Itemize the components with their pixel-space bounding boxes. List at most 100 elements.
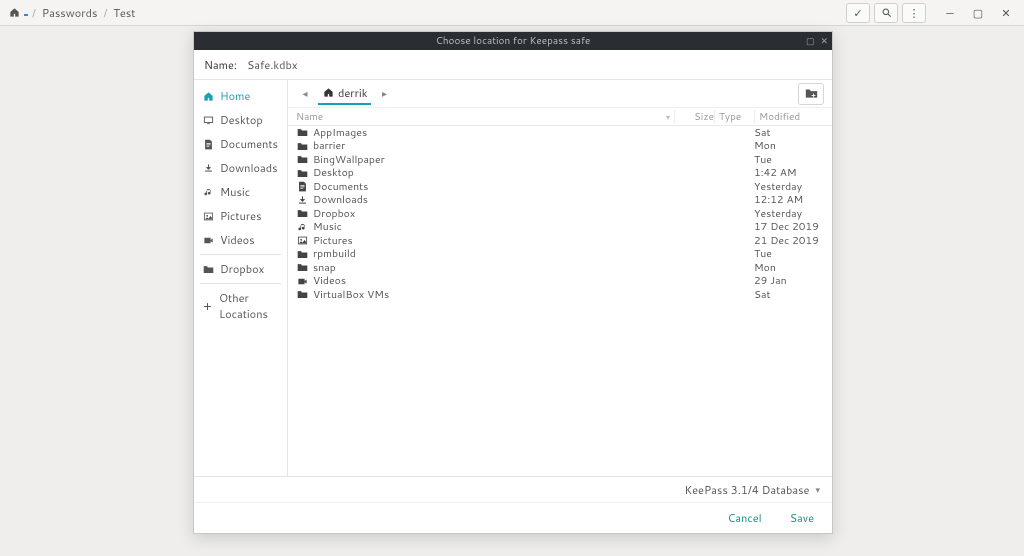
document-icon [296,181,308,193]
minimize-button[interactable]: — [938,3,962,23]
file-modified: Tue [754,153,824,167]
places-sidebar: Home Desktop Documents Downloads Music Pictur… [194,80,288,476]
file-modified: 21 Dec 2019 [754,234,824,248]
file-name: AppImages [313,126,367,140]
file-modified: 1:42 AM [754,166,824,180]
folder-icon [296,140,308,152]
file-row[interactable]: Videos 29 Jan [288,275,832,289]
save-button[interactable]: Save [790,510,814,526]
sidebar-item-music[interactable]: Music [194,180,287,204]
sidebar-item-home[interactable]: Home [194,84,287,108]
sidebar-item-videos[interactable]: Videos [194,228,287,252]
file-modified: Mon [754,139,824,153]
file-row[interactable]: DocumentsYesterday [288,180,832,194]
download-icon [202,162,214,174]
path-bar: ◂ derrik ▸ [288,80,832,108]
folder-icon [296,262,308,274]
file-row[interactable]: Pictures 21 Dec 2019 [288,234,832,248]
sidebar-item-label: Documents [220,136,278,152]
folder-icon [296,289,308,301]
music-icon [202,186,214,198]
file-name: BingWallpaper [313,153,385,167]
sidebar-item-desktop[interactable]: Desktop [194,108,287,132]
desktop-icon [202,114,214,126]
folder-icon [296,248,308,260]
file-row[interactable]: VirtualBox VMs Sat [288,288,832,302]
video-icon [202,234,214,246]
maximize-button[interactable]: ▢ [966,3,990,23]
folder-icon [202,263,214,275]
file-row[interactable]: barrier Mon [288,140,832,154]
path-segment-label: derrik [338,85,367,101]
file-row[interactable]: DropboxYesterday [288,207,832,221]
check-button[interactable]: ✓ [846,3,870,23]
file-name: Downloads [313,193,368,207]
sidebar-item-dropbox[interactable]: Dropbox [194,257,287,281]
sidebar-item-other-locations[interactable]: Other Locations [194,286,287,326]
column-headers[interactable]: Name ▾ Size Type Modified [288,108,832,126]
file-list[interactable]: AppImagesSatbarrierMonBingWallpaperTueDe… [288,126,832,476]
file-modified: Yesterday [754,207,824,221]
file-modified: Yesterday [754,180,824,194]
file-row[interactable]: snapMon [288,261,832,275]
file-name: Pictures [313,234,353,248]
sidebar-item-label: Videos [220,232,255,248]
breadcrumb: / Passwords / Test [8,3,137,23]
breadcrumb-home[interactable] [24,10,28,16]
path-segment[interactable]: derrik [318,83,371,105]
col-type[interactable]: Type [714,110,754,124]
file-name: VirtualBox VMs [313,288,389,302]
dialog-titlebar[interactable]: Choose location for Keepass safe ▢ ✕ [194,32,832,50]
file-modified: Tue [754,247,824,261]
sidebar-item-pictures[interactable]: Pictures [194,204,287,228]
pictures-icon [296,235,308,247]
file-row[interactable]: Desktop1:42 AM [288,167,832,181]
dialog-title: Choose location for Keepass safe [436,34,591,48]
file-format-row[interactable]: KeePass 3.1/4 Database ▾ [194,477,832,503]
home-icon [322,87,334,99]
home-icon[interactable] [8,7,20,19]
col-name[interactable]: Name [296,110,666,124]
file-name: snap [313,261,336,275]
sort-indicator-icon: ▾ [666,111,670,123]
music-icon [296,221,308,233]
folder-icon [296,127,308,139]
new-folder-button[interactable] [798,83,824,105]
menu-button[interactable]: ⋮ [902,3,926,23]
sidebar-item-label: Pictures [220,208,262,224]
folder-icon [296,154,308,166]
file-row[interactable]: rpmbuild Tue [288,248,832,262]
close-button[interactable]: ✕ [994,3,1018,23]
search-button[interactable] [874,3,898,23]
file-row[interactable]: Downloads 12:12 AM [288,194,832,208]
nav-back-button[interactable]: ◂ [296,85,314,103]
breadcrumb-item[interactable]: Test [111,3,137,23]
video-icon [296,275,308,287]
breadcrumb-item[interactable]: Passwords [40,3,100,23]
sidebar-item-downloads[interactable]: Downloads [194,156,287,180]
file-name: barrier [313,139,345,153]
col-modified[interactable]: Modified [754,110,824,124]
file-name: rpmbuild [313,247,356,261]
filename-input[interactable] [247,57,822,73]
dialog-maximize-icon[interactable]: ▢ [806,34,815,47]
dialog-close-icon[interactable]: ✕ [820,34,828,47]
file-name: Videos [313,274,346,288]
document-icon [202,138,214,150]
file-row[interactable]: Music17 Dec 2019 [288,221,832,235]
sidebar-item-documents[interactable]: Documents [194,132,287,156]
nav-forward-button[interactable]: ▸ [375,85,393,103]
sidebar-item-label: Home [220,88,250,104]
file-row[interactable]: BingWallpaper Tue [288,153,832,167]
name-label: Name: [204,57,237,73]
col-size[interactable]: Size [674,110,714,124]
file-modified: Sat [754,126,824,140]
sidebar-item-label: Downloads [220,160,278,176]
download-icon [296,194,308,206]
file-modified: Sat [754,288,824,302]
file-modified: 12:12 AM [754,193,824,207]
file-name: Music [313,220,342,234]
cancel-button[interactable]: Cancel [728,510,762,526]
file-row[interactable]: AppImages Sat [288,126,832,140]
file-modified: 29 Jan [754,274,824,288]
